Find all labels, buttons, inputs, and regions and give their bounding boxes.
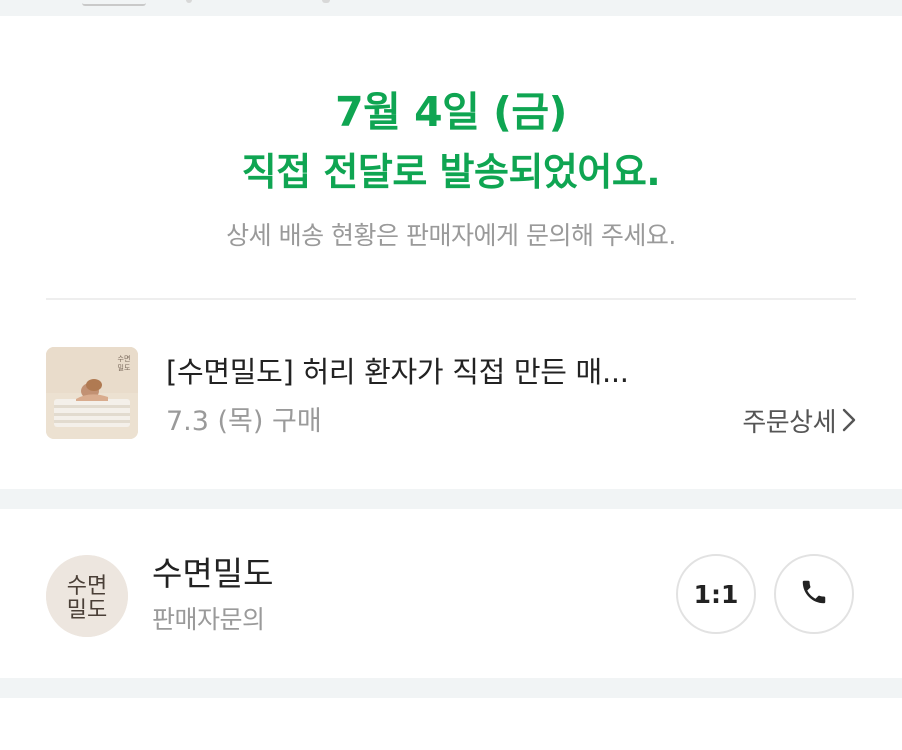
order-detail-link[interactable]: 주문상세	[742, 400, 856, 440]
top-header-edge	[0, 0, 902, 16]
delivery-date: 7월 4일 (금)	[335, 88, 567, 136]
purchase-date: 7.3 (목) 구매	[166, 406, 322, 437]
order-detail-label: 주문상세	[742, 407, 836, 438]
avatar-text-bottom: 밀도	[67, 598, 107, 623]
svg-text:수면: 수면	[118, 354, 131, 363]
phone-icon	[799, 577, 829, 611]
chat-button-label: 1:1	[693, 579, 739, 609]
one-to-one-chat-button[interactable]: 1:1	[676, 554, 756, 634]
call-seller-button[interactable]	[774, 554, 854, 634]
header-icon-fragment	[322, 0, 330, 3]
mattress-photo-image: 수면 밀도	[46, 347, 138, 439]
avatar-text-top: 수면	[67, 574, 107, 599]
section-gap	[0, 678, 902, 698]
product-title[interactable]: [수면밀도] 허리 환자가 직접 만든 매...	[166, 350, 726, 394]
header-logo-fragment	[82, 0, 146, 6]
header-icon-fragment	[186, 0, 192, 3]
seller-name: 수면밀도	[152, 554, 274, 593]
delivery-status-subtitle: 상세 배송 현황은 판매자에게 문의해 주세요.	[226, 221, 676, 250]
seller-inquiry-label: 판매자문의	[152, 605, 265, 634]
section-gap	[0, 489, 902, 509]
section-divider	[46, 298, 856, 300]
chevron-right-icon	[842, 408, 856, 432]
product-thumbnail[interactable]: 수면 밀도	[46, 347, 138, 439]
svg-text:밀도: 밀도	[118, 364, 131, 372]
delivery-status-title: 직접 전달로 발송되었어요.	[241, 150, 661, 194]
seller-avatar: 수면 밀도	[46, 555, 128, 637]
